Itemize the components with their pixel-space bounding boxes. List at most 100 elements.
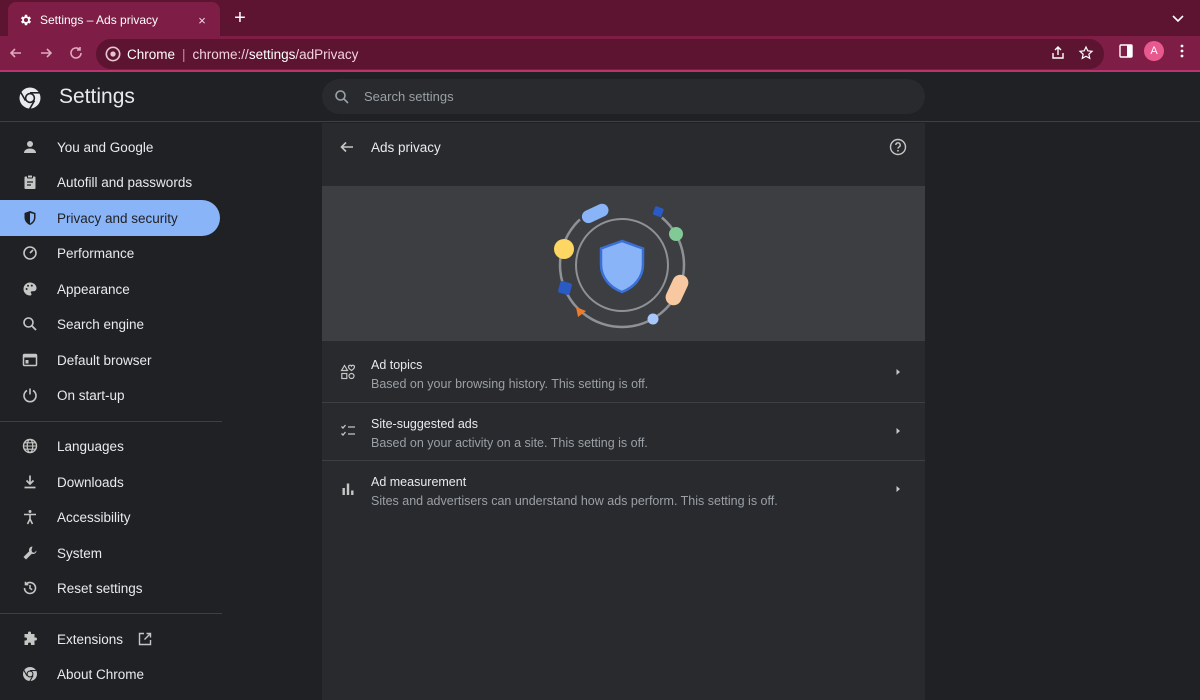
globe-icon: [21, 437, 39, 455]
accessibility-icon: [21, 508, 39, 526]
tab-settings-ads-privacy[interactable]: Settings – Ads privacy ×: [8, 2, 220, 38]
settings-header: Settings: [0, 72, 1200, 122]
tab-title: Settings – Ads privacy: [40, 13, 159, 27]
sidebar-item-label: About Chrome: [57, 666, 145, 682]
external-link-icon: [137, 631, 153, 647]
chrome-logo-icon: [19, 87, 41, 110]
sidebar-divider: [0, 613, 222, 614]
url-path: /adPrivacy: [295, 46, 359, 62]
back-arrow-icon[interactable]: [338, 138, 356, 156]
sidebar-item-label: System: [57, 545, 103, 561]
sidebar-item-you-and-google[interactable]: You and Google: [0, 129, 220, 165]
subpage-title: Ads privacy: [371, 140, 441, 155]
forward-button[interactable]: [32, 39, 60, 67]
reload-icon: [70, 47, 82, 59]
sidebar-item-reset-settings[interactable]: Reset settings: [0, 570, 220, 606]
new-tab-button[interactable]: +: [229, 8, 251, 30]
browser-toolbar: Chrome | chrome://settings/adPrivacy A: [0, 36, 1200, 72]
power-icon: [21, 386, 39, 404]
speedometer-icon: [21, 244, 39, 262]
sidebar-item-label: On start-up: [57, 387, 125, 403]
reload-button[interactable]: [62, 39, 90, 67]
tab-strip: Settings – Ads privacy × +: [0, 0, 1200, 38]
list-item-title: Ad measurement: [371, 475, 467, 489]
sidebar-item-label: Languages: [57, 438, 124, 454]
help-icon[interactable]: [889, 138, 907, 156]
sidebar-item-search-engine[interactable]: Search engine: [0, 306, 220, 342]
page-title: Settings: [59, 85, 135, 108]
sidebar-item-about-chrome[interactable]: About Chrome: [0, 656, 220, 692]
list-item-subtitle: Sites and advertisers can understand how…: [371, 494, 778, 508]
sidebar-item-label: Downloads: [57, 474, 124, 490]
sidebar-divider: [0, 421, 222, 422]
side-panel-icon[interactable]: [1118, 43, 1134, 59]
arrow-left-icon: [9, 48, 21, 58]
chrome-icon: [21, 665, 39, 683]
list-item-subtitle: Based on your activity on a site. This s…: [371, 436, 648, 450]
puzzle-icon: [21, 630, 39, 648]
sidebar-item-performance[interactable]: Performance: [0, 235, 220, 271]
ads-privacy-page: Ads privacy Ad topics Based on your brow…: [322, 123, 925, 700]
sidebar: You and Google Autofill and passwords Pr…: [0, 123, 222, 700]
avatar[interactable]: A: [1144, 41, 1164, 61]
url-separator: |: [182, 46, 186, 62]
person-icon: [21, 138, 39, 156]
list-item-site-suggested-ads[interactable]: Site-suggested ads Based on your activit…: [322, 402, 925, 460]
search-box[interactable]: [322, 79, 925, 114]
sidebar-item-languages[interactable]: Languages: [0, 428, 220, 464]
history-icon: [21, 579, 39, 597]
sidebar-item-system[interactable]: System: [0, 535, 220, 571]
sidebar-item-autofill[interactable]: Autofill and passwords: [0, 164, 220, 200]
sidebar-item-label: You and Google: [57, 139, 154, 155]
download-icon: [21, 473, 39, 491]
sidebar-item-label: Appearance: [57, 281, 130, 297]
sidebar-item-label: Search engine: [57, 316, 145, 332]
sidebar-item-privacy-and-security[interactable]: Privacy and security: [0, 200, 220, 236]
sidebar-item-on-start-up[interactable]: On start-up: [0, 377, 220, 413]
palette-icon: [21, 280, 39, 298]
checklist-icon: [341, 424, 355, 436]
url-prefix: chrome://: [192, 46, 249, 62]
url-text: chrome://settings/adPrivacy: [193, 47, 359, 62]
sidebar-item-accessibility[interactable]: Accessibility: [0, 499, 220, 535]
share-icon[interactable]: [1050, 45, 1066, 61]
gear-icon: [18, 12, 34, 28]
list-item-ad-measurement[interactable]: Ad measurement Sites and advertisers can…: [322, 460, 925, 518]
arrow-right-icon: [41, 48, 53, 58]
search-input[interactable]: [364, 89, 884, 104]
list-item-subtitle: Based on your browsing history. This set…: [371, 377, 649, 391]
sidebar-item-downloads[interactable]: Downloads: [0, 464, 220, 500]
list-item-title: Ad topics: [371, 358, 423, 372]
sidebar-item-label: Reset settings: [57, 580, 143, 596]
sidebar-item-appearance[interactable]: Appearance: [0, 271, 220, 307]
kebab-menu-icon[interactable]: [1174, 43, 1190, 59]
sidebar-item-default-browser[interactable]: Default browser: [0, 342, 220, 378]
url-host: settings: [248, 46, 296, 62]
star-icon[interactable]: [1078, 45, 1094, 61]
search-icon: [21, 315, 39, 333]
ads-privacy-illustration: [322, 186, 925, 341]
wrench-icon: [21, 544, 39, 562]
clipboard-icon: [21, 173, 39, 191]
search-icon: [335, 89, 349, 104]
chevron-down-icon[interactable]: [1170, 10, 1186, 26]
sidebar-item-label: Default browser: [57, 352, 152, 368]
topics-icon: [340, 364, 356, 380]
shield-icon: [21, 209, 39, 227]
address-bar[interactable]: Chrome | chrome://settings/adPrivacy: [96, 39, 1104, 69]
sidebar-item-label: Accessibility: [57, 509, 131, 525]
site-label: Chrome: [127, 46, 176, 62]
list-item-title: Site-suggested ads: [371, 417, 479, 431]
list-item-ad-topics[interactable]: Ad topics Based on your browsing history…: [322, 344, 925, 402]
browser-window-icon: [21, 351, 39, 369]
sidebar-item-label: Privacy and security: [57, 210, 178, 226]
subpage-header: Ads privacy: [322, 123, 925, 171]
sidebar-item-extensions[interactable]: Extensions: [0, 621, 220, 657]
chevron-right-icon: [896, 486, 900, 492]
bar-chart-icon: [342, 483, 354, 495]
back-button[interactable]: [2, 39, 30, 67]
chevron-right-icon: [896, 369, 900, 375]
chevron-right-icon: [896, 428, 900, 434]
close-icon[interactable]: ×: [194, 12, 210, 28]
sidebar-item-label: Extensions: [57, 631, 124, 647]
